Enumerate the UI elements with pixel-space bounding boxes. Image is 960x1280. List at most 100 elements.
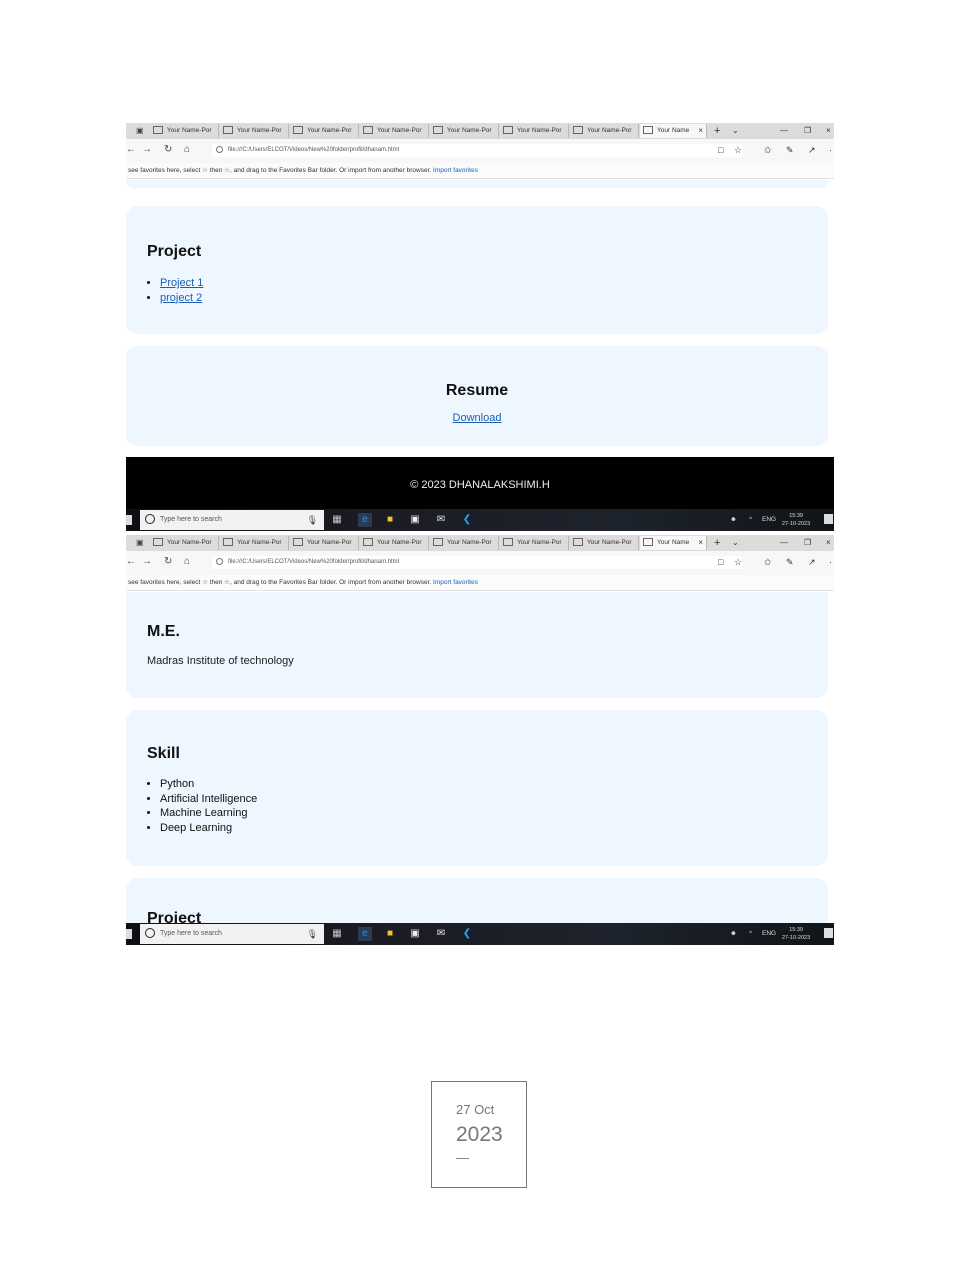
project-link-1[interactable]: Project 1 — [160, 277, 203, 289]
page-icon — [573, 538, 583, 547]
web-page: M.E. Madras Institute of technology Skil… — [126, 592, 834, 938]
favorite-star-icon[interactable]: ☆ — [734, 144, 742, 156]
taskbar-search-input[interactable]: Type here to search 🎙 — [140, 510, 324, 530]
chevron-down-icon[interactable]: ⌄ — [732, 123, 739, 139]
project-list: Project 1 project 2 — [147, 276, 203, 305]
refresh-icon[interactable]: ↻ — [164, 144, 172, 156]
reading-view-icon[interactable]: □ — [718, 556, 723, 568]
notification-icon[interactable] — [824, 514, 833, 524]
mail-icon[interactable]: ✉ — [434, 927, 448, 941]
browser-tab[interactable]: Your Name-Por — [290, 124, 359, 138]
list-item: Python — [160, 777, 257, 792]
info-icon — [216, 557, 223, 565]
home-icon[interactable]: ⌂ — [184, 556, 190, 568]
edge-icon[interactable]: e — [358, 513, 372, 527]
list-item: Project 1 — [160, 276, 203, 291]
browser-tab[interactable]: Your Name-Por — [430, 124, 499, 138]
browser-tab-active[interactable]: Your Name × — [640, 124, 707, 138]
download-link[interactable]: Download — [453, 412, 502, 424]
chevron-down-icon[interactable]: ⌄ — [732, 535, 739, 551]
file-explorer-icon[interactable]: ■ — [383, 927, 397, 941]
store-icon[interactable]: ▣ — [408, 513, 422, 527]
browser-tab[interactable]: Your Name-Por — [290, 536, 359, 550]
browser-tab[interactable]: Your Name-Por — [570, 536, 639, 550]
favorites-hub-icon[interactable]: ✩ — [764, 556, 772, 568]
import-favorites-link[interactable]: Import favorites — [433, 167, 478, 174]
close-tab-icon[interactable]: × — [698, 124, 703, 138]
more-icon[interactable]: · — [829, 556, 832, 568]
notes-pen-icon[interactable]: ✎ — [786, 144, 794, 156]
minimize-icon[interactable]: — — [780, 535, 788, 551]
start-icon[interactable] — [126, 929, 132, 939]
web-page: Project Project 1 project 2 Resume Downl… — [126, 180, 834, 513]
task-view-icon[interactable]: ▦ — [330, 513, 344, 527]
restore-icon[interactable]: ❐ — [804, 535, 811, 551]
system-clock[interactable]: 15:39 27-10-2023 — [782, 926, 810, 942]
start-icon[interactable] — [126, 515, 132, 525]
browser-tab[interactable]: Your Name-Por — [500, 124, 569, 138]
back-icon[interactable]: ← — [126, 144, 136, 156]
language-indicator[interactable]: ENG — [762, 923, 776, 945]
reading-view-icon[interactable]: □ — [718, 144, 723, 156]
taskbar-search-input[interactable]: Type here to search 🎙 — [140, 924, 324, 944]
restore-icon[interactable]: ❐ — [804, 123, 811, 139]
close-window-icon[interactable]: × — [826, 535, 831, 551]
browser-tab[interactable]: Your Name-Por — [150, 536, 219, 550]
favorites-hub-icon[interactable]: ✩ — [764, 144, 772, 156]
project-link-2[interactable]: project 2 — [160, 292, 202, 304]
vscode-icon[interactable]: ❮ — [460, 927, 474, 941]
address-input[interactable]: file:///C:/Users/ELCOT/Videos/New%20fold… — [212, 556, 742, 569]
file-explorer-icon[interactable]: ■ — [383, 513, 397, 527]
minimize-icon[interactable]: — — [780, 123, 788, 139]
browser-tab[interactable]: Your Name-Por — [360, 536, 429, 550]
notes-pen-icon[interactable]: ✎ — [786, 556, 794, 568]
edge-icon[interactable]: e — [358, 927, 372, 941]
home-icon[interactable]: ⌂ — [184, 144, 190, 156]
vscode-icon[interactable]: ❮ — [460, 513, 474, 527]
forward-icon[interactable]: → — [142, 556, 152, 568]
browser-tab[interactable]: Your Name-Por — [500, 536, 569, 550]
project-section: Project Project 1 project 2 — [126, 206, 828, 334]
new-tab-icon[interactable]: + — [714, 123, 720, 139]
address-input[interactable]: file:///C:/Users/ELCOT/Videos/New%20fold… — [212, 144, 742, 157]
forward-icon[interactable]: → — [142, 144, 152, 156]
browser-tab[interactable]: Your Name-Por — [430, 536, 499, 550]
page-icon — [293, 126, 303, 135]
page-icon — [643, 126, 653, 135]
microphone-icon[interactable]: 🎙 — [307, 924, 318, 944]
tray-chevron-icon[interactable]: ^ — [749, 923, 752, 945]
share-icon[interactable]: ↗ — [808, 556, 816, 568]
new-tab-icon[interactable]: + — [714, 535, 720, 551]
page-icon — [363, 538, 373, 547]
close-window-icon[interactable]: × — [826, 123, 831, 139]
store-icon[interactable]: ▣ — [408, 927, 422, 941]
people-icon[interactable]: ☻ — [730, 923, 737, 945]
browser-tab[interactable]: Your Name-Por — [360, 124, 429, 138]
back-icon[interactable]: ← — [126, 556, 136, 568]
language-indicator[interactable]: ENG — [762, 509, 776, 531]
share-icon[interactable]: ↗ — [808, 144, 816, 156]
page-icon — [153, 538, 163, 547]
close-tab-icon[interactable]: × — [698, 536, 703, 550]
microphone-icon[interactable]: 🎙 — [307, 510, 318, 530]
page-icon — [433, 538, 443, 547]
browser-tab[interactable]: Your Name-Por — [150, 124, 219, 138]
import-favorites-link[interactable]: Import favorites — [433, 579, 478, 586]
windows-taskbar: Type here to search 🎙 ▦ e ■ ▣ ✉ ❮ ☻ ^ ENG… — [126, 923, 834, 945]
notification-icon[interactable] — [824, 928, 833, 938]
task-view-icon[interactable]: ▦ — [330, 927, 344, 941]
mail-icon[interactable]: ✉ — [434, 513, 448, 527]
tab-actions-icon[interactable]: ▣ — [136, 126, 146, 136]
refresh-icon[interactable]: ↻ — [164, 556, 172, 568]
browser-screenshot-1: ▣ Your Name-Por Your Name-Por Your Name-… — [126, 123, 834, 531]
system-clock[interactable]: 15:39 27-10-2023 — [782, 512, 810, 528]
browser-tab[interactable]: Your Name-Por — [220, 124, 289, 138]
tab-actions-icon[interactable]: ▣ — [136, 538, 146, 548]
more-icon[interactable]: · — [829, 144, 832, 156]
tray-chevron-icon[interactable]: ^ — [749, 509, 752, 531]
browser-tab[interactable]: Your Name-Por — [570, 124, 639, 138]
favorite-star-icon[interactable]: ☆ — [734, 556, 742, 568]
browser-tab-active[interactable]: Your Name × — [640, 536, 707, 550]
people-icon[interactable]: ☻ — [730, 509, 737, 531]
browser-tab[interactable]: Your Name-Por — [220, 536, 289, 550]
